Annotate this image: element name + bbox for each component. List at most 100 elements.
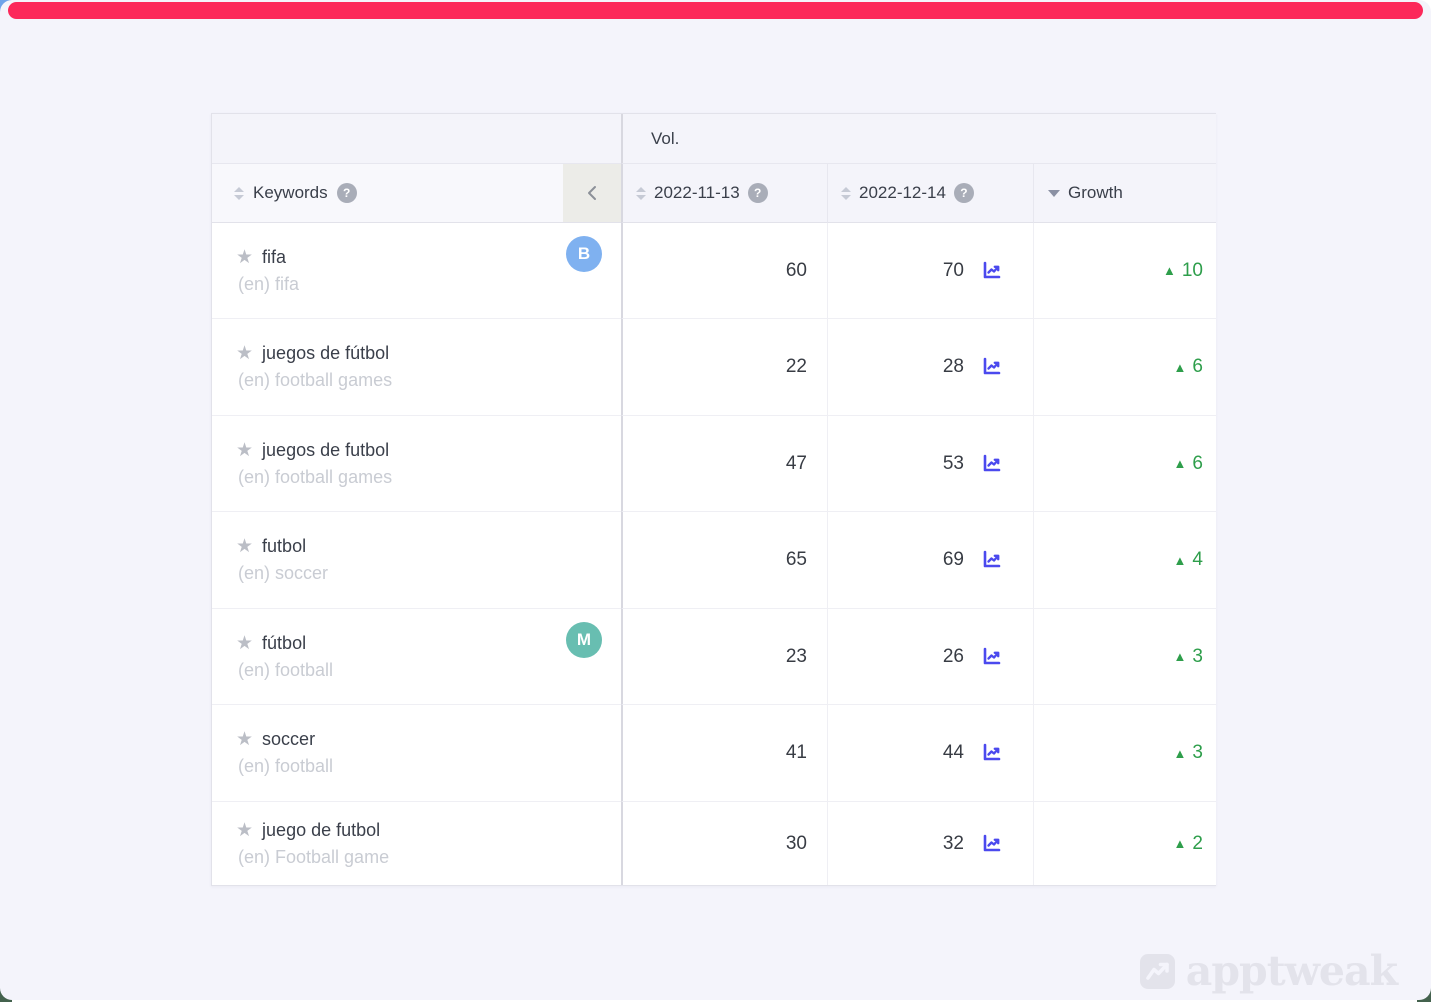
keyword-translation: (en) fifa (238, 274, 299, 295)
keywords-header-label: Keywords (253, 183, 328, 203)
volume-value: 47 (786, 453, 807, 475)
favorite-star-icon[interactable]: ★ (236, 344, 253, 363)
growth-value: 2 (1192, 833, 1203, 855)
volume-date2-cell: 70 (827, 223, 1033, 319)
growth-header-label: Growth (1068, 183, 1123, 203)
date2-column-header[interactable]: 2022-12-14 ? (827, 164, 1033, 223)
top-accent-bar (8, 2, 1423, 19)
growth-cell: ▲ 3 (1033, 705, 1216, 802)
brand-badge: M (566, 622, 602, 658)
volume-value: 41 (786, 742, 807, 764)
volume-date2-cell: 69 (827, 512, 1033, 609)
volume-date1-cell: 22 (621, 319, 827, 416)
growth-cell: ▲ 3 (1033, 609, 1216, 705)
table-row-keyword: ★ juego de futbol (en) Football game (212, 802, 621, 885)
keyword-text: fifa (262, 247, 286, 268)
sort-icon[interactable] (636, 187, 646, 200)
volume-date1-cell: 65 (621, 512, 827, 609)
volume-value: 32 (943, 833, 964, 855)
growth-cell: ▲ 6 (1033, 319, 1216, 416)
keyword-translation: (en) Football game (238, 847, 389, 868)
keyword-text: juego de futbol (262, 820, 380, 841)
growth-up-icon: ▲ (1174, 650, 1187, 663)
keyword-text: futbol (262, 536, 306, 557)
growth-up-icon: ▲ (1174, 747, 1187, 760)
favorite-star-icon[interactable]: ★ (236, 730, 253, 749)
chart-line-icon[interactable] (981, 646, 1003, 668)
volume-value: 26 (943, 646, 964, 668)
volume-date2-cell: 44 (827, 705, 1033, 802)
table-row-keyword: ★ fifa (en) fifa B (212, 223, 621, 319)
sort-icon[interactable] (841, 187, 851, 200)
keyword-translation: (en) football (238, 660, 333, 681)
growth-up-icon: ▲ (1174, 837, 1187, 850)
growth-cell: ▲ 10 (1033, 223, 1216, 319)
volume-value: 60 (786, 260, 807, 282)
growth-value: 3 (1192, 646, 1203, 668)
volume-date1-cell: 23 (621, 609, 827, 705)
brand-badge: B (566, 236, 602, 272)
growth-up-icon: ▲ (1174, 361, 1187, 374)
growth-cell: ▲ 4 (1033, 512, 1216, 609)
growth-up-icon: ▲ (1163, 264, 1176, 277)
sort-icon[interactable] (234, 187, 244, 200)
volume-date2-cell: 26 (827, 609, 1033, 705)
chart-line-icon[interactable] (981, 453, 1003, 475)
chart-line-icon[interactable] (981, 833, 1003, 855)
volume-date1-cell: 47 (621, 416, 827, 512)
sort-desc-icon[interactable] (1048, 190, 1060, 197)
favorite-star-icon[interactable]: ★ (236, 634, 253, 653)
date1-column-header[interactable]: 2022-11-13 ? (621, 164, 827, 223)
help-icon[interactable]: ? (748, 183, 768, 203)
growth-cell: ▲ 2 (1033, 802, 1216, 885)
growth-cell: ▲ 6 (1033, 416, 1216, 512)
volume-date1-cell: 60 (621, 223, 827, 319)
volume-value: 69 (943, 549, 964, 571)
group-header-spacer (212, 114, 621, 164)
keyword-translation: (en) football games (238, 467, 392, 488)
date1-header-label: 2022-11-13 (654, 183, 740, 203)
chart-line-icon[interactable] (981, 260, 1003, 282)
apptweak-watermark: apptweak (1139, 951, 1397, 992)
date2-header-label: 2022-12-14 (859, 183, 946, 203)
help-icon[interactable]: ? (337, 183, 357, 203)
keyword-translation: (en) soccer (238, 563, 328, 584)
table-row-keyword: ★ fútbol (en) football M (212, 609, 621, 705)
help-icon[interactable]: ? (954, 183, 974, 203)
volume-group-label: Vol. (651, 129, 679, 149)
growth-column-header[interactable]: Growth (1033, 164, 1216, 223)
apptweak-watermark-text: apptweak (1186, 951, 1397, 992)
table-row-keyword: ★ juegos de futbol (en) football games (212, 416, 621, 512)
growth-up-icon: ▲ (1174, 554, 1187, 567)
chart-line-icon[interactable] (981, 356, 1003, 378)
volume-value: 28 (943, 356, 964, 378)
table-row-keyword: ★ futbol (en) soccer (212, 512, 621, 609)
keyword-text: fútbol (262, 633, 306, 654)
growth-value: 6 (1192, 453, 1203, 475)
keyword-translation: (en) football games (238, 370, 392, 391)
keyword-text: juegos de futbol (262, 440, 389, 461)
growth-value: 4 (1192, 549, 1203, 571)
favorite-star-icon[interactable]: ★ (236, 248, 253, 267)
favorite-star-icon[interactable]: ★ (236, 537, 253, 556)
chart-line-icon[interactable] (981, 549, 1003, 571)
volume-value: 44 (943, 742, 964, 764)
chart-line-icon[interactable] (981, 742, 1003, 764)
volume-date1-cell: 30 (621, 802, 827, 885)
apptweak-logo-icon (1139, 953, 1176, 990)
volume-value: 23 (786, 646, 807, 668)
volume-group-header: Vol. (621, 114, 1216, 164)
growth-up-icon: ▲ (1174, 457, 1187, 470)
favorite-star-icon[interactable]: ★ (236, 441, 253, 460)
collapse-column-button[interactable] (563, 164, 621, 223)
chevron-left-icon (586, 185, 598, 201)
keyword-text: juegos de fútbol (262, 343, 389, 364)
table-row-keyword: ★ juegos de fútbol (en) football games (212, 319, 621, 416)
volume-date2-cell: 53 (827, 416, 1033, 512)
keywords-column-header[interactable]: Keywords ? (212, 164, 563, 223)
volume-date2-cell: 32 (827, 802, 1033, 885)
keyword-translation: (en) football (238, 756, 333, 777)
table-row-keyword: ★ soccer (en) football (212, 705, 621, 802)
volume-date1-cell: 41 (621, 705, 827, 802)
favorite-star-icon[interactable]: ★ (236, 821, 253, 840)
